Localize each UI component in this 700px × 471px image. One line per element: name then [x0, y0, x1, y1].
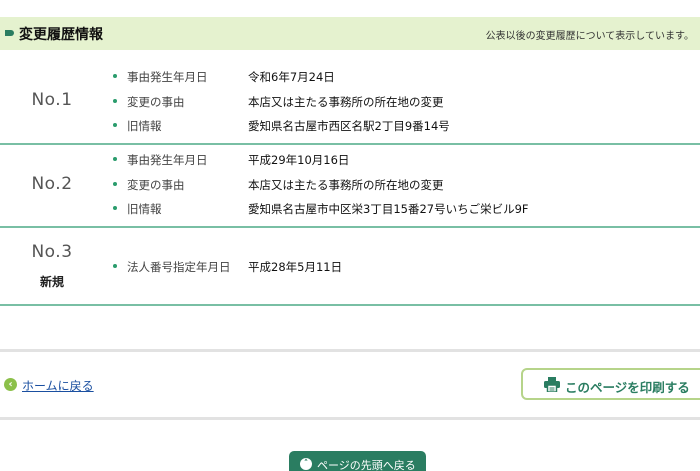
section-header: 変更履歴情報 公表以後の変更履歴について表示しています。 — [0, 17, 700, 50]
row-label: 変更の事由 — [127, 95, 185, 109]
record-row: 変更の事由 本店又は主たる事務所の所在地の変更 — [113, 177, 693, 193]
record-number: No.1 — [31, 90, 73, 110]
record-row: 変更の事由 本店又は主たる事務所の所在地の変更 — [113, 94, 693, 110]
bullet-icon — [113, 74, 117, 78]
section-note: 公表以後の変更履歴について表示しています。 — [485, 31, 694, 42]
row-value: 平成28年5月11日 — [248, 260, 343, 274]
row-value: 本店又は主たる事務所の所在地の変更 — [248, 178, 444, 192]
row-value: 平成29年10月16日 — [248, 153, 350, 167]
bullet-icon — [113, 264, 117, 268]
bullet-icon — [113, 99, 117, 103]
chevron-up-circle-icon: ˄ — [300, 458, 312, 470]
print-button[interactable]: このページを印刷する — [521, 368, 700, 400]
back-to-top-button[interactable]: ˄ ページの先頭へ戻る — [289, 451, 426, 471]
row-value: 本店又は主たる事務所の所在地の変更 — [248, 95, 444, 109]
record-row: 旧情報 愛知県名古屋市西区名駅2丁目9番14号 — [113, 118, 693, 134]
divider — [0, 417, 700, 420]
bullet-icon — [113, 206, 117, 210]
row-value: 愛知県名古屋市中区栄3丁目15番27号いちご栄ビル9F — [248, 202, 529, 216]
bullet-icon — [113, 123, 117, 127]
history-record-2: No.2 事由発生年月日 平成29年10月16日 変更の事由 本店又は主たる事務… — [0, 145, 700, 228]
row-label: 旧情報 — [127, 202, 162, 216]
section-title: 変更履歴情報 — [19, 27, 103, 43]
record-status-label: 新規 — [39, 275, 64, 289]
chevron-left-circle-icon: ‹ — [4, 378, 17, 391]
history-record-1: No.1 事由発生年月日 令和6年7月24日 変更の事由 本店又は主たる事務所の… — [0, 62, 700, 145]
record-row: 事由発生年月日 平成29年10月16日 — [113, 152, 693, 168]
record-row: 法人番号指定年月日 平成28年5月11日 — [113, 259, 693, 275]
bullet-icon — [113, 182, 117, 186]
row-label: 旧情報 — [127, 119, 162, 133]
record-row: 旧情報 愛知県名古屋市中区栄3丁目15番27号いちご栄ビル9F — [113, 201, 693, 217]
row-value: 令和6年7月24日 — [248, 70, 335, 84]
back-to-top-label: ページの先頭へ戻る — [317, 459, 416, 471]
print-button-label: このページを印刷する — [565, 380, 690, 395]
home-link-label: ホームに戻る — [22, 379, 94, 393]
record-number: No.3 — [31, 242, 73, 262]
history-record-3: No.3 新規 法人番号指定年月日 平成28年5月11日 — [0, 228, 700, 306]
bullet-icon — [113, 157, 117, 161]
row-label: 事由発生年月日 — [127, 70, 208, 84]
record-number: No.2 — [31, 174, 73, 194]
printer-icon — [544, 377, 560, 392]
row-label: 法人番号指定年月日 — [127, 260, 231, 274]
divider — [0, 349, 700, 352]
row-label: 事由発生年月日 — [127, 153, 208, 167]
record-row: 事由発生年月日 令和6年7月24日 — [113, 69, 693, 85]
row-label: 変更の事由 — [127, 178, 185, 192]
row-value: 愛知県名古屋市西区名駅2丁目9番14号 — [248, 119, 450, 133]
header-marker — [5, 30, 14, 36]
